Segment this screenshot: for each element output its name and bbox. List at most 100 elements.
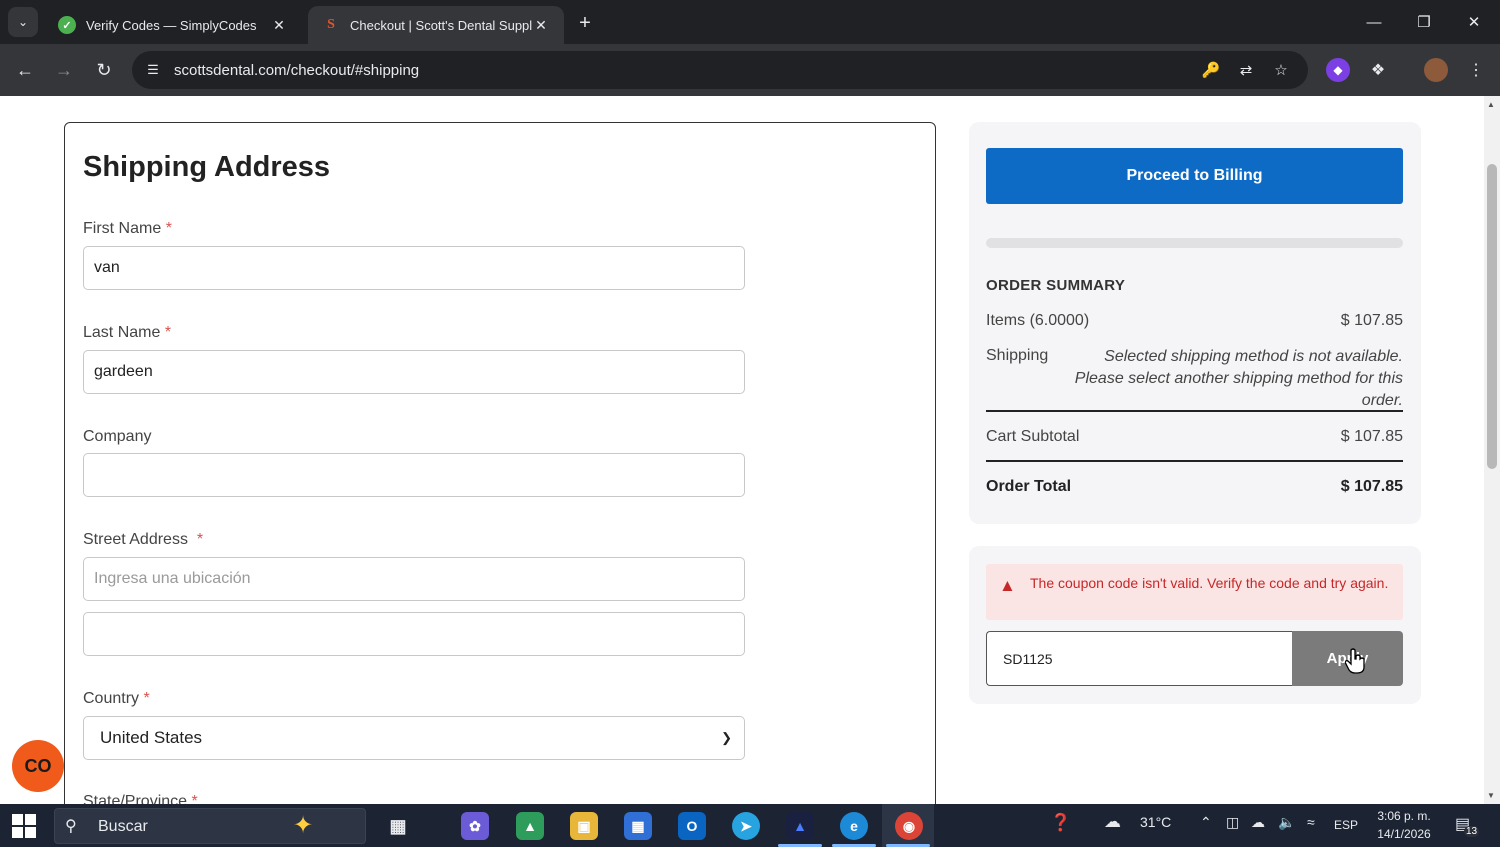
- password-key-icon[interactable]: 🔑: [1200, 59, 1222, 81]
- plus-icon: +: [579, 11, 591, 34]
- edge-icon[interactable]: e: [840, 812, 868, 840]
- page-title: Shipping Address: [83, 151, 331, 183]
- telegram-icon[interactable]: ➤: [732, 812, 760, 840]
- required-mark: *: [164, 324, 172, 341]
- checkout-progress-bar: [986, 238, 1403, 248]
- chrome-icon[interactable]: ◉: [895, 812, 923, 840]
- profile-avatar[interactable]: [1424, 58, 1448, 82]
- chat-widget-button[interactable]: CO: [12, 740, 64, 792]
- last-name-input[interactable]: gardeen: [83, 350, 745, 394]
- chevron-down-icon: ⌄: [17, 15, 29, 29]
- extensions-puzzle-icon[interactable]: ❖: [1366, 58, 1390, 82]
- close-window-button[interactable]: ✕: [1454, 8, 1494, 36]
- street-address-input[interactable]: Ingresa una ubicación: [83, 557, 745, 601]
- device-icon[interactable]: ◫: [1226, 814, 1239, 831]
- file-explorer-icon[interactable]: ▣: [570, 812, 598, 840]
- first-name-label: First Name *: [83, 220, 172, 237]
- first-name-input[interactable]: van: [83, 246, 745, 290]
- temperature[interactable]: 31°C: [1140, 814, 1171, 830]
- chat-widget-label: CO: [24, 755, 52, 776]
- show-hidden-icons-icon[interactable]: ⌃: [1200, 814, 1212, 831]
- order-total-value: $ 107.85: [1340, 478, 1403, 495]
- windows-start-icon[interactable]: [12, 814, 36, 838]
- state-province-label: State/Province *: [83, 793, 198, 804]
- taskbar-search-label: Buscar: [98, 818, 148, 835]
- minimize-button[interactable]: —: [1354, 8, 1394, 36]
- search-icon: ⚲: [65, 818, 77, 835]
- weather-icon[interactable]: ☁: [1104, 812, 1121, 832]
- scrollbar-thumb[interactable]: [1487, 164, 1497, 469]
- scroll-down-arrow-icon[interactable]: ▼: [1487, 791, 1495, 800]
- page-scrollbar[interactable]: ▲ ▼: [1484, 96, 1500, 804]
- warning-triangle-icon: ▲: [999, 576, 1016, 595]
- windows-taskbar: ⚲ Buscar ✦ ▦ ✿ ▲ ▣ ▦ O ➤ ▲ e ◉ ❓ ☁ 31°C …: [0, 804, 1500, 847]
- microsoft-store-icon[interactable]: ▦: [624, 812, 652, 840]
- tab-search-button[interactable]: ⌄: [8, 7, 38, 37]
- onedrive-cloud-icon[interactable]: ☁: [1251, 814, 1265, 831]
- new-tab-button[interactable]: +: [572, 10, 598, 36]
- photos-app-icon[interactable]: ▲: [516, 812, 544, 840]
- shipping-label: Shipping: [986, 347, 1049, 364]
- items-row: Items (6.0000) $ 107.85: [986, 312, 1403, 330]
- back-button[interactable]: ←: [11, 56, 39, 84]
- close-tab-icon[interactable]: ✕: [532, 17, 550, 34]
- clock-time: 3:06 p. m.: [1377, 809, 1431, 823]
- street-address-line2-input[interactable]: [83, 612, 745, 656]
- translate-icon[interactable]: ⇄: [1235, 59, 1257, 81]
- items-label: Items (6.0000): [986, 312, 1090, 329]
- divider: [986, 410, 1403, 412]
- tab-title: Checkout | Scott's Dental Suppl: [350, 17, 532, 33]
- volume-icon[interactable]: 🔈: [1278, 814, 1295, 831]
- company-label: Company: [83, 428, 152, 445]
- arrow-left-icon: ←: [16, 59, 34, 80]
- order-summary-card: Proceed to Billing ORDER SUMMARY Items (…: [969, 122, 1421, 524]
- scotts-dental-favicon-icon: S: [327, 17, 335, 32]
- order-total-label: Order Total: [986, 478, 1072, 495]
- outlook-icon[interactable]: O: [678, 812, 706, 840]
- proceed-to-billing-button[interactable]: Proceed to Billing: [986, 148, 1403, 204]
- browser-tabstrip: ⌄ ✓ Verify Codes — SimplyCodes ✕ S Check…: [0, 0, 1500, 44]
- subtotal-label: Cart Subtotal: [986, 428, 1080, 445]
- close-tab-icon[interactable]: ✕: [270, 17, 288, 34]
- address-bar[interactable]: ☰ scottsdental.com/checkout/#shipping 🔑 …: [132, 51, 1308, 89]
- company-input[interactable]: [83, 453, 745, 497]
- help-icon[interactable]: ❓: [1050, 813, 1071, 833]
- wifi-icon[interactable]: ≈: [1307, 814, 1315, 830]
- close-icon: ✕: [1467, 14, 1481, 31]
- url-text[interactable]: scottsdental.com/checkout/#shipping: [174, 62, 419, 79]
- simplycodes-favicon-icon: ✓: [58, 16, 76, 34]
- required-mark: *: [165, 220, 172, 237]
- divider: [986, 460, 1403, 462]
- extension-icon[interactable]: ◆: [1326, 58, 1350, 82]
- scroll-up-arrow-icon[interactable]: ▲: [1487, 100, 1495, 109]
- country-value: United States: [100, 728, 203, 747]
- coupon-card: ▲ The coupon code isn't valid. Verify th…: [969, 546, 1421, 704]
- notification-count-badge: 13: [1464, 826, 1480, 837]
- street-address-label: Street Address *: [83, 531, 204, 548]
- order-summary-heading: ORDER SUMMARY: [986, 277, 1126, 294]
- tab-checkout[interactable]: S Checkout | Scott's Dental Suppl ✕: [308, 6, 564, 44]
- coupon-code-input[interactable]: SD1125: [986, 631, 1292, 686]
- country-select[interactable]: United States ❯: [83, 716, 745, 760]
- coupon-error-message: The coupon code isn't valid. Verify the …: [1030, 575, 1389, 591]
- bookmark-star-icon[interactable]: ☆: [1270, 59, 1292, 81]
- required-mark: *: [143, 690, 150, 707]
- app-icon[interactable]: ▲: [786, 812, 814, 840]
- restore-button[interactable]: ❐: [1404, 8, 1444, 36]
- site-info-icon[interactable]: ☰: [142, 59, 164, 81]
- tab-simplycodes[interactable]: ✓ Verify Codes — SimplyCodes ✕: [44, 6, 302, 44]
- menu-kebab-icon[interactable]: ⋮: [1464, 58, 1488, 82]
- forward-button[interactable]: →: [50, 56, 78, 84]
- reload-button[interactable]: ↻: [90, 56, 118, 84]
- clock[interactable]: 3:06 p. m. 14/1/2026: [1368, 807, 1440, 843]
- taskbar-search[interactable]: ⚲ Buscar ✦: [54, 808, 366, 844]
- tab-title: Verify Codes — SimplyCodes: [86, 17, 257, 33]
- copilot-icon[interactable]: ✿: [461, 812, 489, 840]
- sparkle-icon: ✦: [293, 812, 314, 839]
- last-name-label: Last Name *: [83, 324, 172, 341]
- task-view-icon[interactable]: ▦: [384, 812, 412, 840]
- coupon-error-alert: ▲ The coupon code isn't valid. Verify th…: [986, 564, 1403, 620]
- language-indicator[interactable]: ESP: [1334, 818, 1358, 832]
- clock-date: 14/1/2026: [1377, 827, 1431, 841]
- restore-icon: ❐: [1417, 14, 1431, 31]
